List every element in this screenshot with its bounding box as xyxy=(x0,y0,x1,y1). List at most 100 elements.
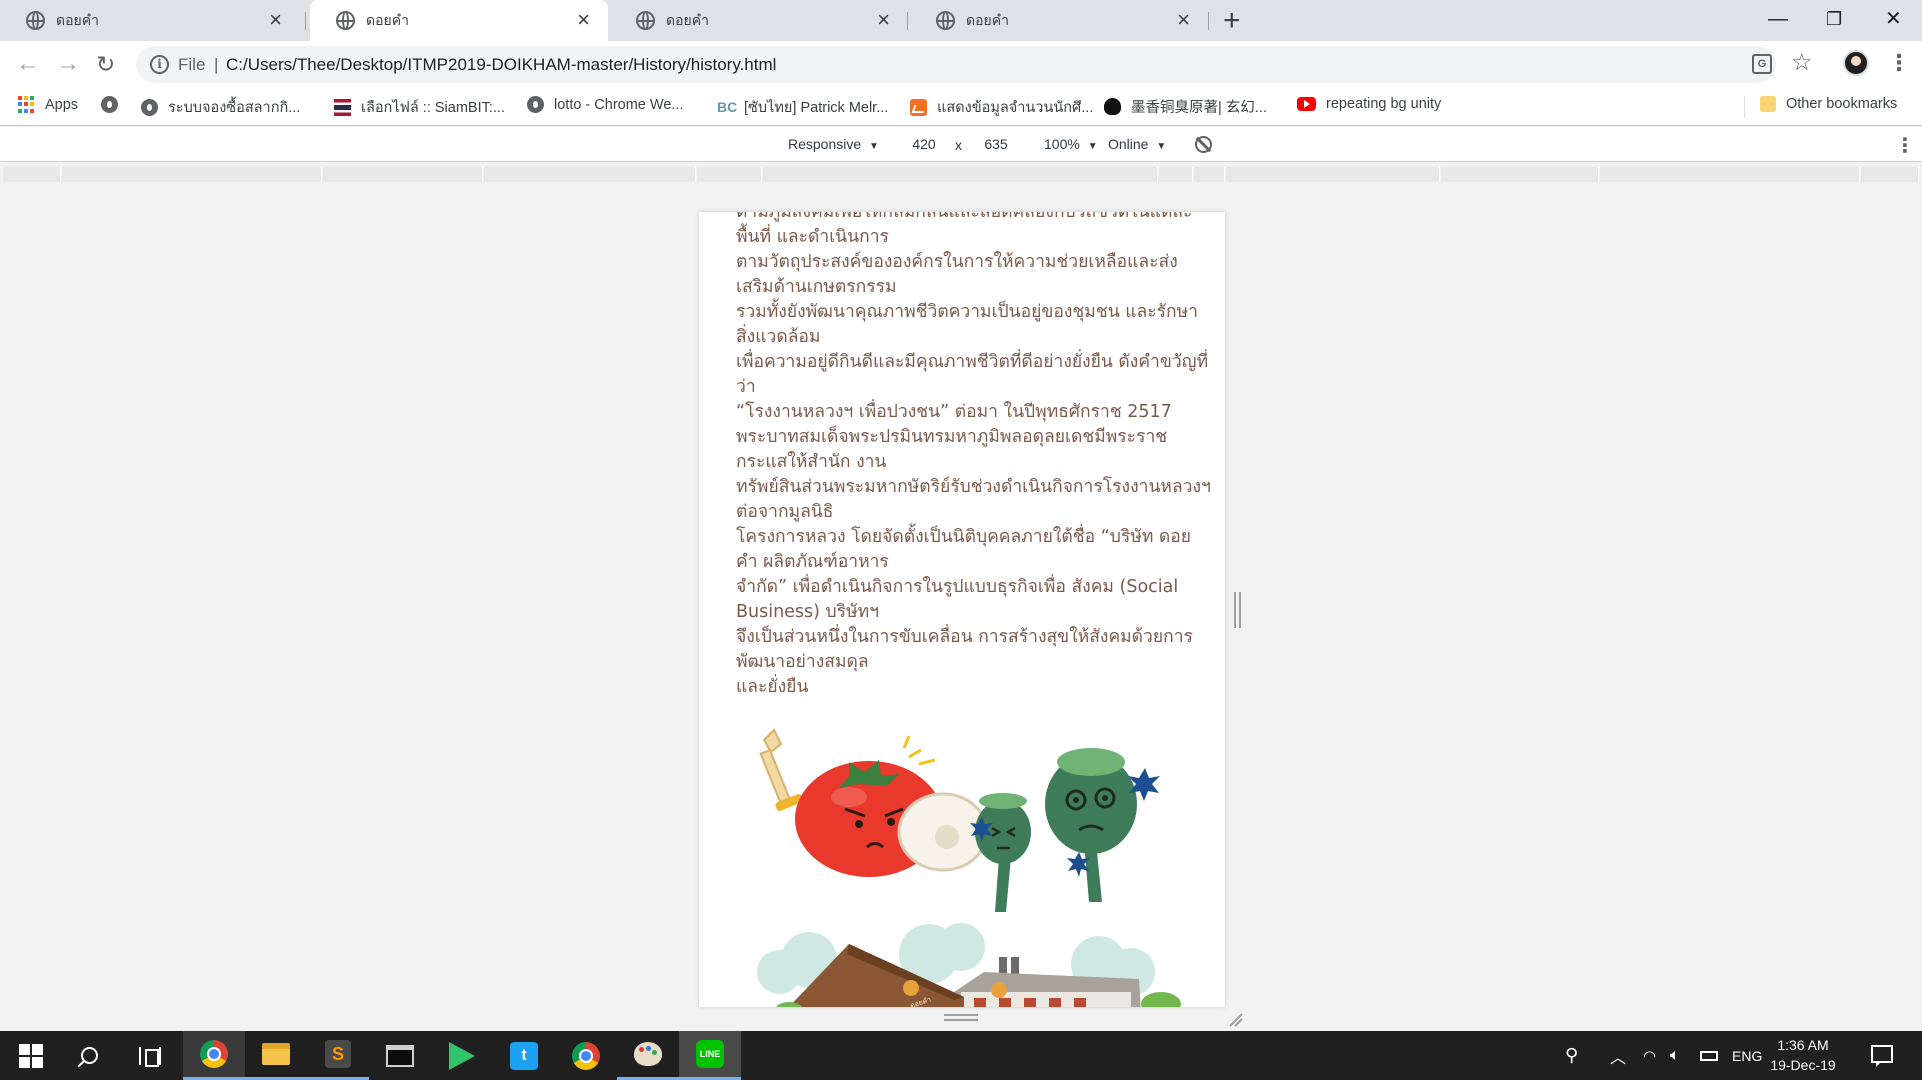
taskbar-clock[interactable]: 1:36 AM 19-Dec-19 xyxy=(1760,1035,1846,1075)
close-tab-icon[interactable]: × xyxy=(269,8,282,32)
taskbar-chrome[interactable] xyxy=(183,1031,245,1080)
taskbar-terminal[interactable] xyxy=(369,1031,431,1080)
media-query-segment[interactable] xyxy=(323,167,483,182)
taskbar-paint[interactable] xyxy=(617,1031,679,1080)
viewport-resize-handle-right[interactable] xyxy=(1234,592,1241,628)
bookmark-apps[interactable]: Apps xyxy=(18,96,78,113)
media-query-segment[interactable] xyxy=(1226,167,1440,182)
start-button[interactable] xyxy=(0,1031,62,1080)
minimize-button[interactable]: — xyxy=(1768,4,1788,34)
twitter-icon: t xyxy=(510,1041,538,1070)
forward-arrow-icon[interactable]: → xyxy=(56,49,80,79)
url-text[interactable]: C:/Users/Thee/Desktop/ITMP2019-DOIKHAM-m… xyxy=(226,55,776,75)
terminal-icon xyxy=(386,1044,414,1067)
tab-strip: ดอยคำ × ดอยคำ × ดอยคำ × ดอยคำ × + — ❐ ✕ xyxy=(0,0,1922,41)
bookmark-student-stats[interactable]: แสดงข้อมูลจำนวนนักศึ... xyxy=(910,96,1093,119)
bookmark-lotto[interactable]: lotto - Chrome We... xyxy=(527,96,683,113)
bookmark-repeating-bg[interactable]: repeating bg unity xyxy=(1297,96,1441,112)
browser-tab-4[interactable]: ดอยคำ × xyxy=(910,0,1208,41)
wifi-icon[interactable]: ◠ xyxy=(1643,1031,1656,1080)
more-vert-icon[interactable]: ⋮ xyxy=(1888,49,1910,77)
bookmark-label: 墨香铜臭原著| 玄幻... xyxy=(1131,100,1267,116)
volume-icon[interactable]: 🔈︎ xyxy=(1670,1031,1680,1080)
tray-chevron-up-icon[interactable]: ︿ xyxy=(1610,1031,1626,1080)
restore-button[interactable]: ❐ xyxy=(1826,4,1842,34)
caret-down-icon: ▼ xyxy=(1156,141,1167,152)
translate-icon[interactable]: G xyxy=(1752,54,1772,74)
profile-avatar[interactable] xyxy=(1843,50,1869,76)
device-toolbar: Responsive ▼ x 100% ▼ Online ▼ ⋮ xyxy=(0,127,1922,162)
rotate-icon[interactable] xyxy=(1195,136,1212,153)
throttle-select[interactable]: Online ▼ xyxy=(1108,136,1166,152)
battery-icon[interactable] xyxy=(1700,1031,1718,1080)
globe-icon xyxy=(141,99,158,116)
media-query-segment[interactable] xyxy=(3,167,61,182)
bookmark-patrick[interactable]: BC [ซับไทย] Patrick Melr... xyxy=(717,96,888,119)
back-arrow-icon[interactable]: ← xyxy=(16,49,40,79)
media-query-bar xyxy=(0,165,1922,185)
clock-time: 1:36 AM xyxy=(1777,1037,1829,1053)
taskbar-twitter[interactable]: t xyxy=(493,1031,555,1080)
browser-tab-1[interactable]: ดอยคำ × xyxy=(0,0,300,41)
taskbar-chrome-2[interactable] xyxy=(555,1031,617,1080)
more-vert-icon[interactable]: ⋮ xyxy=(1895,133,1915,158)
paragraph-line: โครงการหลวง โดยจัดตั้งเป็นนิติบุคคลภายใต… xyxy=(736,527,1192,572)
media-query-segment[interactable] xyxy=(1159,167,1193,182)
taskbar-line[interactable]: LINE xyxy=(679,1031,741,1080)
taskbar-media-player[interactable] xyxy=(431,1031,493,1080)
paragraph-line: ตามภูมิสังคมเพื่อให้กลมกลืนและสอดคล้องกั… xyxy=(736,212,1193,247)
notification-center-icon[interactable] xyxy=(1871,1045,1893,1067)
close-tab-icon[interactable]: × xyxy=(577,8,590,32)
browser-tab-3[interactable]: ดอยคำ × xyxy=(610,0,908,41)
apps-grid-icon xyxy=(18,96,35,113)
viewport-width-input[interactable] xyxy=(898,133,950,155)
bookmark-label: เลือกไฟล์ :: SiamBIT:... xyxy=(361,100,505,116)
task-view-button[interactable] xyxy=(119,1031,181,1080)
tab-separator xyxy=(907,12,908,30)
bookmark-novel[interactable]: 墨香铜臭原著| 玄幻... xyxy=(1104,96,1267,117)
media-query-segment[interactable] xyxy=(763,167,1158,182)
sublime-text-icon: S xyxy=(325,1040,351,1068)
people-icon[interactable]: ⚲ xyxy=(1565,1031,1578,1080)
media-query-segment[interactable] xyxy=(1441,167,1599,182)
info-icon[interactable]: i xyxy=(150,55,169,74)
browser-tab-2[interactable]: ดอยคำ × xyxy=(310,0,608,41)
media-query-segment[interactable] xyxy=(1600,167,1860,182)
bookmark-label: [ซับไทย] Patrick Melr... xyxy=(744,100,889,116)
media-query-segment[interactable] xyxy=(484,167,696,182)
viewport-height-input[interactable] xyxy=(970,133,1022,155)
star-icon[interactable]: ☆ xyxy=(1791,48,1813,78)
close-window-button[interactable]: ✕ xyxy=(1885,4,1902,34)
throttle-label: Online xyxy=(1108,136,1149,152)
taskbar-search[interactable] xyxy=(58,1031,120,1080)
viewport-resize-corner[interactable] xyxy=(1228,1012,1244,1028)
media-query-segment[interactable] xyxy=(62,167,322,182)
search-icon xyxy=(80,1047,98,1064)
bookmark-label: lotto - Chrome We... xyxy=(554,96,684,113)
other-bookmarks[interactable]: Other bookmarks xyxy=(1760,96,1897,112)
device-viewport[interactable]: ตามภูมิสังคมเพื่อให้กลมกลืนและสอดคล้องกั… xyxy=(699,212,1225,1007)
new-tab-button[interactable]: + xyxy=(1223,5,1241,37)
viewport-resize-handle-bottom[interactable] xyxy=(944,1014,978,1021)
tomato-character xyxy=(759,728,989,877)
bookmark-label: ระบบจองซื้อสลากกิ... xyxy=(168,100,301,116)
windows-taskbar: S t LINE ⚲ ︿ ◠ 🔈︎ ENG 1:36 AM 19-Dec-19 xyxy=(0,1031,1922,1080)
close-tab-icon[interactable]: × xyxy=(877,8,890,32)
bookmark-siambit[interactable]: เลือกไฟล์ :: SiamBIT:... xyxy=(334,96,505,119)
address-bar[interactable]: i File | C:/Users/Thee/Desktop/ITMP2019-… xyxy=(136,46,1776,83)
media-query-segment[interactable] xyxy=(1194,167,1225,182)
taskbar-sublime[interactable]: S xyxy=(307,1031,369,1080)
device-select[interactable]: Responsive ▼ xyxy=(788,136,879,152)
close-tab-icon[interactable]: × xyxy=(1177,8,1190,32)
taskbar-file-explorer[interactable] xyxy=(245,1031,307,1080)
zoom-select[interactable]: 100% ▼ xyxy=(1044,136,1098,152)
media-query-segment[interactable] xyxy=(1861,167,1919,182)
bookmark-globe[interactable] xyxy=(101,96,128,113)
poppy-characters xyxy=(970,748,1160,912)
media-query-segment[interactable] xyxy=(697,167,762,182)
reload-icon[interactable]: ↻ xyxy=(96,49,115,79)
cat-icon xyxy=(1104,98,1121,115)
line-icon: LINE xyxy=(696,1040,724,1068)
bookmark-lottery-booking[interactable]: ระบบจองซื้อสลากกิ... xyxy=(141,96,300,119)
input-language[interactable]: ENG xyxy=(1732,1031,1762,1080)
